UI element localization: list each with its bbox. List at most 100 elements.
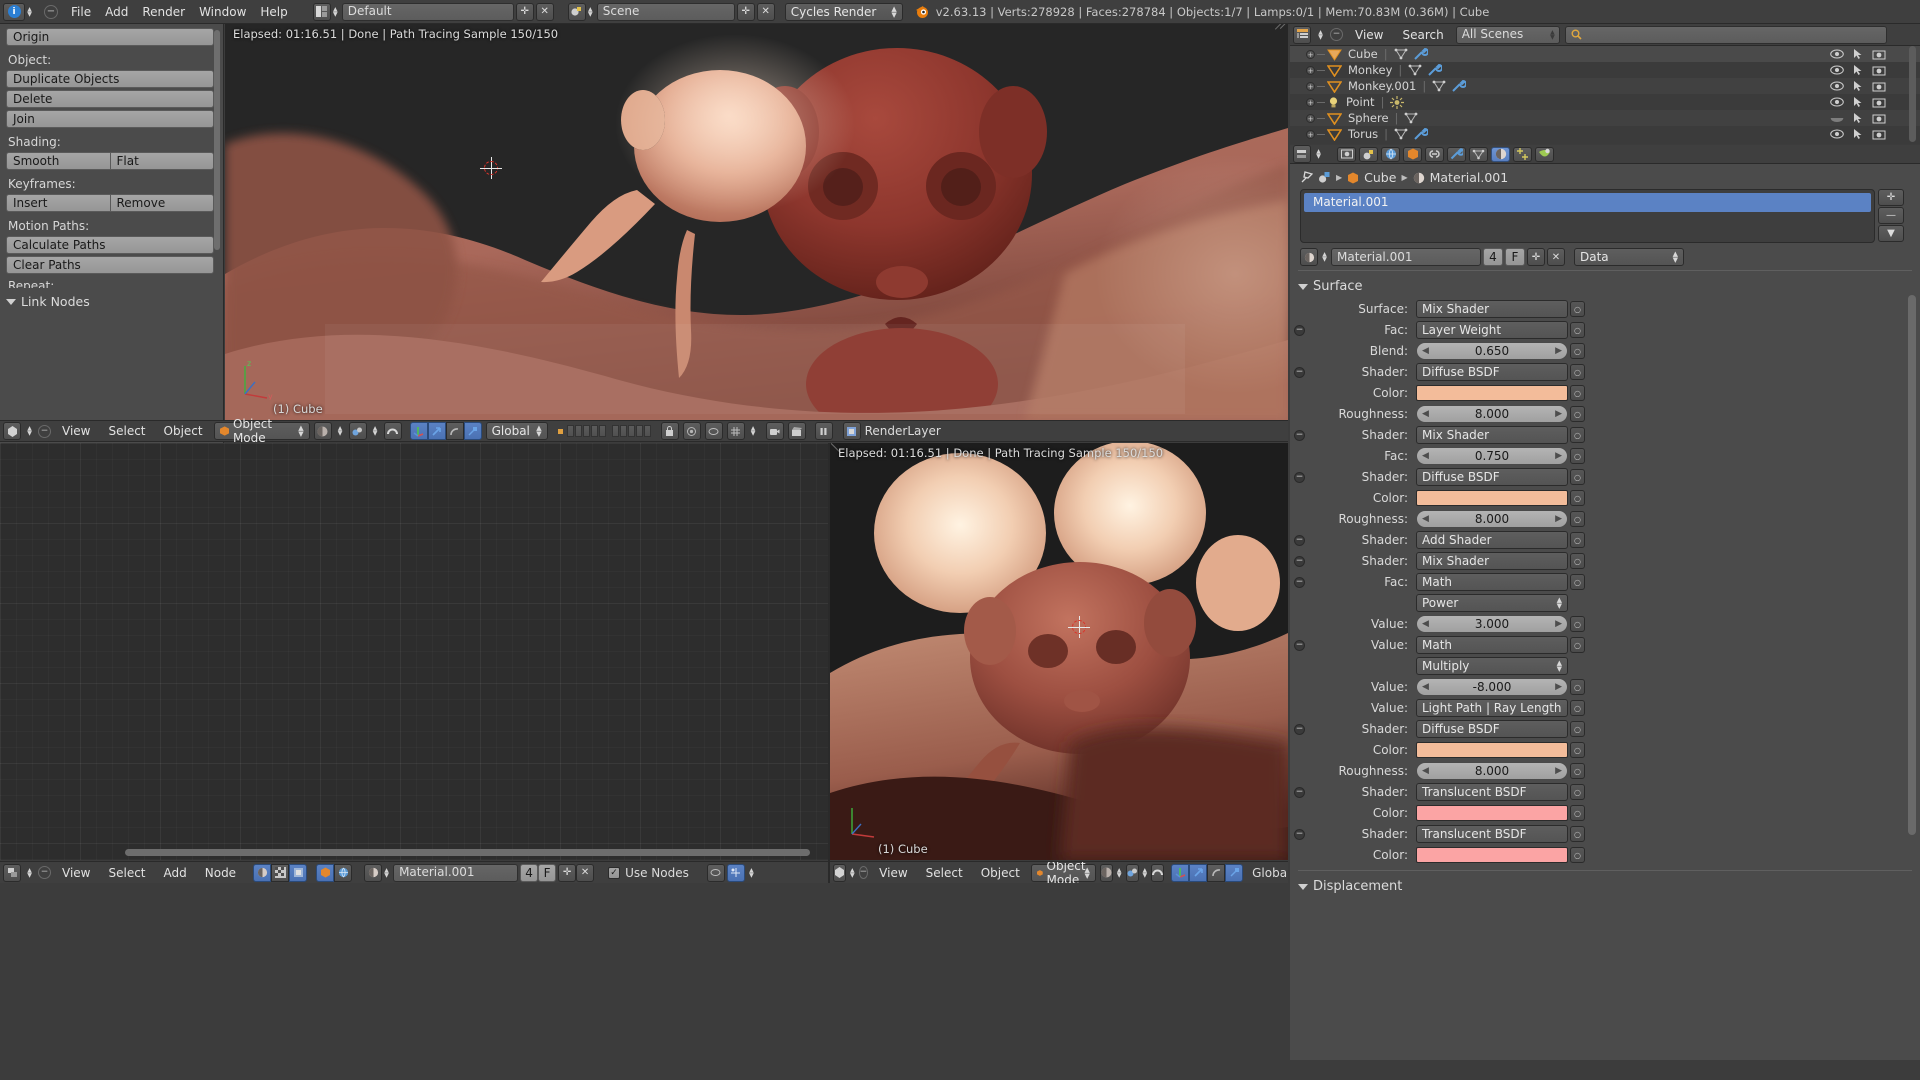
node-menu-add[interactable]: Add — [157, 863, 194, 883]
animate-property-dot[interactable]: ○ — [1570, 637, 1585, 653]
menu-window[interactable]: Window — [192, 1, 253, 23]
scale-manipulator-icon[interactable] — [1225, 863, 1244, 882]
surface-panel-header[interactable]: Surface — [1290, 275, 1920, 298]
property-value[interactable]: ◀ 8.000 ▶ — [1416, 762, 1568, 780]
rotate-manipulator-icon[interactable] — [445, 422, 464, 440]
property-value[interactable]: Multiply ▲ ▼ — [1416, 657, 1568, 675]
eye-icon[interactable] — [1830, 65, 1844, 75]
scene-tab-icon[interactable] — [1359, 146, 1378, 162]
snap-target-icon[interactable] — [726, 422, 745, 440]
snap-magnet-icon[interactable] — [1151, 863, 1165, 882]
outliner-row-sphere[interactable]: + Sphere | — [1290, 110, 1920, 126]
animate-property-dot[interactable]: ○ — [1570, 343, 1585, 359]
eye-icon[interactable] — [1830, 81, 1844, 91]
animate-property-dot[interactable]: ○ — [1570, 805, 1585, 821]
3d-view-icon[interactable] — [3, 422, 21, 440]
delete-layout-icon[interactable]: ✕ — [535, 2, 554, 21]
animate-property-dot[interactable]: ○ — [1570, 490, 1585, 506]
properties-scrollbar[interactable] — [1908, 295, 1916, 835]
flat-button[interactable]: Flat — [110, 152, 214, 170]
outliner-row-monkey001[interactable]: + Monkey.001 | — [1290, 78, 1920, 94]
interaction-mode-dropdown[interactable]: Object Mode ▲ ▼ — [213, 417, 310, 445]
add-scene-icon[interactable]: ✛ — [736, 2, 755, 21]
translate-arrow-icon[interactable] — [427, 422, 446, 440]
preview-menu-object[interactable]: Object — [974, 863, 1027, 883]
remove-slot-icon[interactable]: — — [1878, 207, 1904, 224]
animate-property-dot[interactable]: ○ — [1570, 511, 1585, 527]
layers-grid-icon[interactable] — [557, 425, 651, 437]
slot-menu-chevron-down-icon[interactable]: ▼ — [1878, 225, 1904, 242]
material-browse-spinner[interactable]: ▲ ▼ — [1320, 252, 1329, 263]
material-browse-spinner[interactable]: ▲ ▼ — [382, 867, 391, 878]
property-value[interactable]: ◀ -8.000 ▶ — [1416, 678, 1568, 696]
pivot-spinner[interactable]: ▲ ▼ — [371, 426, 380, 437]
plus-icon[interactable]: ✛ — [558, 863, 577, 882]
insert-keyframe-button[interactable]: Insert — [6, 194, 111, 212]
preview-transform-orientation-label[interactable]: Global — [1252, 866, 1288, 880]
camera-icon[interactable] — [765, 422, 784, 440]
3d-view-icon[interactable] — [833, 863, 846, 882]
property-value[interactable] — [1416, 490, 1568, 506]
displacement-panel-header[interactable]: Displacement — [1290, 875, 1920, 898]
mesh-data-icon[interactable] — [1394, 48, 1408, 60]
camera-render-icon[interactable] — [1872, 49, 1886, 60]
breadcrumb-material[interactable]: Material.001 — [1430, 170, 1509, 185]
rotate-manipulator-icon[interactable] — [1207, 863, 1226, 882]
camera-render-icon[interactable] — [1872, 65, 1886, 76]
outliner-row-cube[interactable]: + Cube | — [1290, 46, 1920, 62]
property-value[interactable]: Diffuse BSDF — [1416, 720, 1568, 738]
material-name-field[interactable]: Material.001 — [1331, 248, 1481, 266]
collapse-minus-icon[interactable]: − — [1294, 555, 1305, 567]
link-nodes-panel-header[interactable]: Link Nodes — [6, 294, 217, 309]
physics-tab-icon[interactable] — [1535, 146, 1554, 162]
renderlayer-icon[interactable] — [842, 422, 861, 440]
record-icon[interactable] — [682, 422, 701, 440]
animate-property-dot[interactable]: ○ — [1570, 763, 1585, 779]
material-users-button[interactable]: 4 — [1483, 248, 1503, 266]
animate-property-dot[interactable]: ○ — [1570, 553, 1585, 569]
snap-target-icon[interactable] — [726, 863, 745, 882]
outliner-icon[interactable] — [1293, 25, 1311, 44]
viewport-menu-select[interactable]: Select — [101, 421, 152, 441]
editor-type-spinner-outliner[interactable]: ▲ ▼ — [1316, 29, 1325, 40]
translate-manipulator-icon[interactable] — [409, 422, 428, 440]
render-tab-icon[interactable] — [1337, 146, 1356, 162]
origin-button[interactable]: Origin — [6, 28, 214, 46]
editor-type-spinner-props[interactable]: ▲ ▼ — [1314, 149, 1323, 160]
blender-logo-icon[interactable]: i — [3, 2, 25, 21]
collapse-minus-icon[interactable]: − — [1294, 723, 1305, 735]
animate-property-dot[interactable]: ○ — [1570, 448, 1585, 464]
collapse-minus-icon[interactable]: − — [1294, 828, 1305, 840]
property-value[interactable] — [1416, 385, 1568, 401]
pivot-icon[interactable] — [348, 422, 367, 440]
animate-property-dot[interactable]: ○ — [1570, 532, 1585, 548]
expand-icon[interactable]: + — [1306, 113, 1315, 123]
collapse-minus-icon[interactable]: − — [1294, 471, 1305, 483]
scene-field[interactable]: Scene — [596, 2, 735, 21]
add-layout-icon[interactable]: ✛ — [515, 2, 534, 21]
color-swatch[interactable] — [1416, 847, 1568, 863]
material-users-button[interactable]: 4 — [520, 863, 539, 882]
collapse-minus-icon[interactable]: − — [1294, 576, 1305, 588]
animate-property-dot[interactable]: ○ — [1570, 322, 1585, 338]
property-value[interactable]: Math — [1416, 636, 1568, 654]
material-link-dropdown[interactable]: Data ▲ ▼ — [1574, 248, 1684, 266]
constraints-tab-icon[interactable] — [1425, 146, 1444, 162]
property-value[interactable]: Power ▲ ▼ — [1416, 594, 1568, 612]
world-tab-icon[interactable] — [1381, 146, 1400, 162]
fake-user-button[interactable]: F — [1505, 248, 1525, 266]
animate-property-dot[interactable]: ○ — [1570, 826, 1585, 842]
cursor-arrow-icon[interactable] — [1853, 112, 1863, 124]
mesh-data-icon[interactable] — [1432, 80, 1446, 92]
screen-layout-field[interactable]: Default — [341, 2, 514, 21]
animate-property-dot[interactable]: ○ — [1570, 385, 1585, 401]
collapse-icon[interactable]: − — [38, 866, 51, 879]
add-slot-icon[interactable]: ✛ — [1878, 189, 1904, 206]
preview-interaction-mode-dropdown[interactable]: Object Mode ▲ ▼ — [1030, 862, 1096, 883]
snap-magnet-icon[interactable] — [383, 422, 402, 440]
animate-property-dot[interactable]: ○ — [1570, 406, 1585, 422]
editor-type-spinner[interactable]: ▲ ▼ — [25, 6, 34, 17]
collapse-minus-icon[interactable]: − — [1294, 429, 1305, 441]
property-value[interactable]: Mix Shader — [1416, 426, 1568, 444]
menu-add[interactable]: Add — [98, 1, 135, 23]
